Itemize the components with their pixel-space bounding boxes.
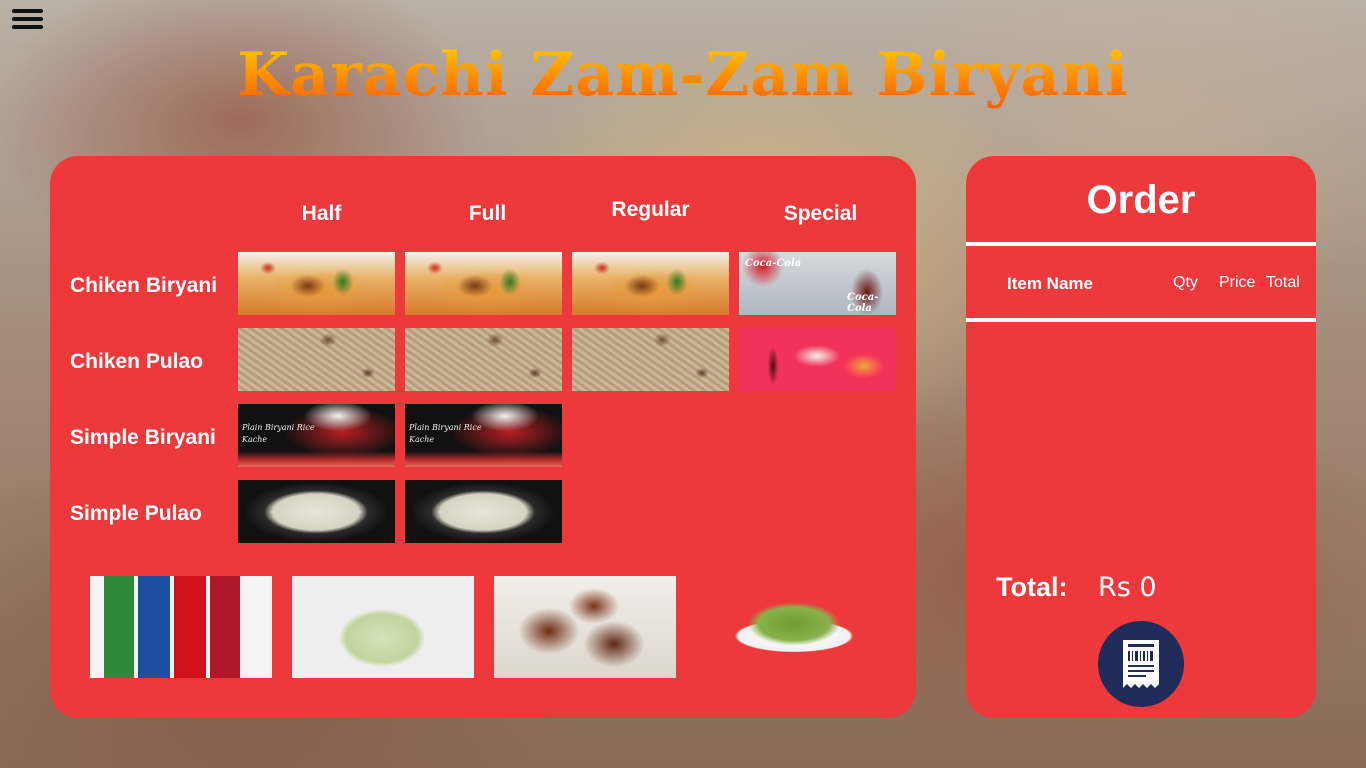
order-divider-bottom xyxy=(966,318,1316,322)
column-header-half: Half xyxy=(301,202,342,225)
simple-biryani-full-image[interactable]: Plain Biryani Rice Kache xyxy=(405,404,562,467)
order-divider-top xyxy=(966,242,1316,246)
raita-image[interactable] xyxy=(292,576,474,678)
order-header-qty: Qty xyxy=(1173,274,1198,291)
simple-pulao-half-image[interactable] xyxy=(238,480,395,543)
order-header-price: Price xyxy=(1219,274,1256,291)
chiken-pulao-full-image[interactable] xyxy=(405,328,562,391)
image-caption: Plain Biryani Rice Kache xyxy=(409,423,482,444)
chiken-biryani-special-coke-image[interactable]: Coca-Cola Coca-Cola xyxy=(739,252,896,315)
app-title: Karachi Zam-Zam Biryani xyxy=(0,40,1366,110)
print-receipt-button[interactable] xyxy=(1098,621,1184,707)
column-header-special: Special xyxy=(783,202,858,225)
order-title: Order xyxy=(1086,178,1196,222)
order-panel: Order Item Name Qty Price Total Total: R… xyxy=(966,156,1316,718)
menu-line xyxy=(12,9,43,13)
hamburger-menu-icon[interactable] xyxy=(12,9,44,33)
simple-biryani-half-image[interactable]: Plain Biryani Rice Kache xyxy=(238,404,395,467)
coca-cola-logo: Coca-Cola xyxy=(847,292,879,314)
row-label-chiken-biryani: Chiken Biryani xyxy=(70,274,218,297)
chiken-pulao-half-image[interactable] xyxy=(238,328,395,391)
chiken-biryani-regular-image[interactable] xyxy=(572,252,729,315)
chiken-pulao-special-combo-image[interactable] xyxy=(739,328,896,391)
receipt-icon xyxy=(1123,640,1159,688)
total-label: Total: xyxy=(996,572,1068,602)
row-label-simple-pulao: Simple Pulao xyxy=(70,502,202,525)
menu-line xyxy=(12,25,43,29)
chiken-pulao-regular-image[interactable] xyxy=(572,328,729,391)
image-caption: Plain Biryani Rice Kache xyxy=(242,423,315,444)
soft-drinks-image[interactable] xyxy=(90,576,272,678)
simple-pulao-full-image[interactable] xyxy=(405,480,562,543)
row-label-chiken-pulao: Chiken Pulao xyxy=(70,350,204,373)
order-items-list xyxy=(966,326,1316,556)
salad-image[interactable] xyxy=(696,576,878,678)
column-header-regular: Regular xyxy=(611,198,690,221)
total-value: Rs 0 xyxy=(1098,572,1157,603)
shami-kabab-image[interactable] xyxy=(494,576,676,678)
row-label-simple-biryani: Simple Biryani xyxy=(70,426,216,449)
menu-panel: Half Full Regular Special Chiken Biryani… xyxy=(50,156,916,718)
order-header-total: Total xyxy=(1266,274,1300,291)
menu-line xyxy=(12,17,43,21)
coca-cola-logo: Coca-Cola xyxy=(745,258,802,269)
chiken-biryani-half-image[interactable] xyxy=(238,252,395,315)
order-header-item-name: Item Name xyxy=(1007,274,1093,293)
column-header-full: Full xyxy=(468,202,507,225)
chiken-biryani-full-image[interactable] xyxy=(405,252,562,315)
